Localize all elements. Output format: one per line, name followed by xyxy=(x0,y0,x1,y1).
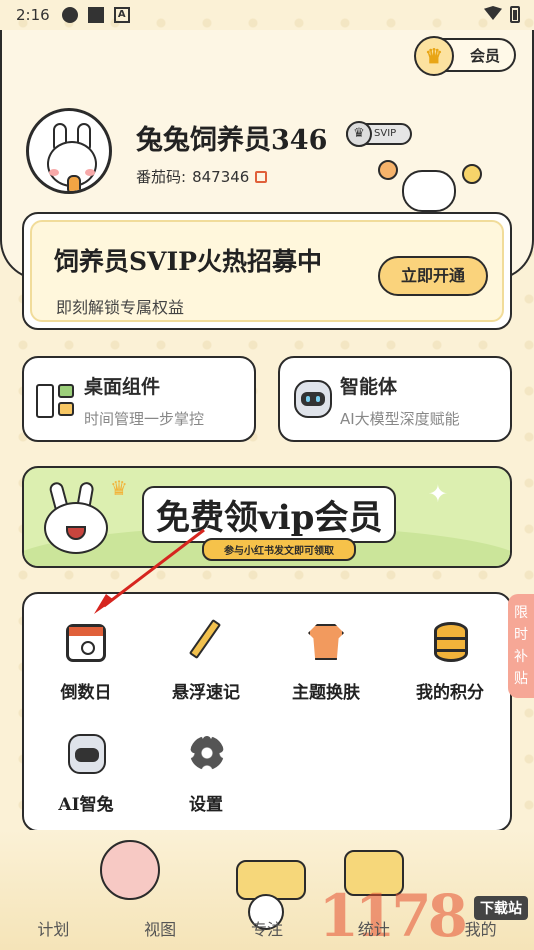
bunny-cheek-left xyxy=(49,169,59,176)
bunny-decoration xyxy=(378,150,482,212)
scene-bunny xyxy=(100,840,160,900)
tomato-code-label: 番茄码: xyxy=(136,168,187,186)
tool-label: 设置 xyxy=(189,795,223,815)
avatar[interactable] xyxy=(26,108,112,194)
battery-icon xyxy=(510,6,520,23)
tomato-code-value: 847346 xyxy=(192,167,250,186)
carrot-icon xyxy=(67,175,81,191)
calendar-clock-icon xyxy=(62,618,110,666)
lollipop-icon xyxy=(462,164,482,184)
tool-label: AI智兔 xyxy=(58,795,114,815)
crown-icon: ♛ xyxy=(110,476,128,500)
status-bar: 2:16 A xyxy=(0,0,534,30)
tool-floating-note[interactable]: 悬浮速记 xyxy=(156,618,256,718)
free-vip-title: 免费领vip会员 xyxy=(142,486,397,543)
tool-ai-rabbit[interactable]: AI智兔 xyxy=(36,730,136,830)
nav-plan[interactable]: 计划 xyxy=(13,916,93,940)
status-right xyxy=(484,6,520,23)
member-button[interactable]: ♛ 会员 xyxy=(414,36,516,76)
tool-theme[interactable]: 主题换肤 xyxy=(276,618,376,718)
bunny-mini xyxy=(402,170,456,212)
robot-icon xyxy=(294,380,332,418)
desktop-widget-card[interactable]: 桌面组件 时间管理一步掌控 xyxy=(22,356,256,442)
tool-label: 悬浮速记 xyxy=(172,683,240,703)
copy-icon[interactable] xyxy=(255,170,268,183)
bunny-mascot xyxy=(38,480,116,562)
free-vip-subtitle: 参与小红书发文即可领取 xyxy=(202,538,356,561)
feature-title: 智能体 xyxy=(340,376,398,398)
widget-icon xyxy=(36,384,76,418)
crown-icon: ♛ xyxy=(414,36,454,76)
feature-subtitle: AI大模型深度赋能 xyxy=(340,410,460,428)
tool-label: 倒数日 xyxy=(60,683,112,703)
limited-subsidy-tab[interactable]: 限时补贴 xyxy=(508,594,534,698)
lollipop-icon xyxy=(378,160,398,180)
pencil-icon xyxy=(182,618,230,666)
svip-promo-inner: 饲养员SVIP火热招募中 即刻解锁专属权益 立即开通 xyxy=(30,220,504,322)
svip-promo-subtitle: 即刻解锁专属权益 xyxy=(56,298,185,317)
svip-crown-icon: ♛ xyxy=(346,121,372,147)
agent-card[interactable]: 智能体 AI大模型深度赋能 xyxy=(278,356,512,442)
coins-icon xyxy=(426,618,474,666)
tool-points[interactable]: 我的积分 xyxy=(400,618,500,718)
tool-countdown[interactable]: 倒数日 xyxy=(36,618,136,718)
system-notification-icon xyxy=(61,7,78,23)
system-a-icon: A xyxy=(113,7,130,23)
nav-mine[interactable]: 我的 xyxy=(441,916,521,940)
tomato-code-line: 番茄码: 847346 xyxy=(136,166,268,187)
tool-label: 主题换肤 xyxy=(292,683,360,703)
bunny-cheek-right xyxy=(85,169,95,176)
open-now-button[interactable]: 立即开通 xyxy=(378,256,488,296)
nav-stats[interactable]: 统计 xyxy=(334,916,414,940)
feature-subtitle: 时间管理一步掌控 xyxy=(84,410,205,428)
system-square-icon xyxy=(87,7,104,23)
tools-grid: 倒数日 悬浮速记 主题换肤 我的积分 AI智兔 设置 xyxy=(22,592,512,832)
nav-focus[interactable]: 专注 xyxy=(227,916,307,940)
tshirt-icon xyxy=(302,618,350,666)
member-label: 会员 xyxy=(469,46,500,65)
robot-icon xyxy=(62,730,110,778)
status-time: 2:16 xyxy=(16,6,50,24)
svip-promo-title: 饲养员SVIP火热招募中 xyxy=(54,247,322,276)
tool-settings[interactable]: 设置 xyxy=(156,730,256,830)
svip-badge: ♛ SVIP xyxy=(346,121,412,147)
svip-promo-card[interactable]: 饲养员SVIP火热招募中 即刻解锁专属权益 立即开通 xyxy=(22,212,512,330)
sparkle-icon: ✦ xyxy=(427,480,448,508)
free-vip-banner[interactable]: ♛ 免费领vip会员 参与小红书发文即可领取 ✦ xyxy=(22,466,512,568)
bottom-nav: 计划 视图 专注 统计 我的 xyxy=(0,906,534,950)
wifi-icon xyxy=(484,6,502,20)
username: 兔兔饲养员346 xyxy=(136,125,328,156)
svip-badge-label: SVIP xyxy=(374,128,397,139)
feature-title: 桌面组件 xyxy=(84,376,161,398)
nav-view[interactable]: 视图 xyxy=(120,916,200,940)
tool-label: 我的积分 xyxy=(416,683,484,703)
gear-icon xyxy=(182,730,230,778)
